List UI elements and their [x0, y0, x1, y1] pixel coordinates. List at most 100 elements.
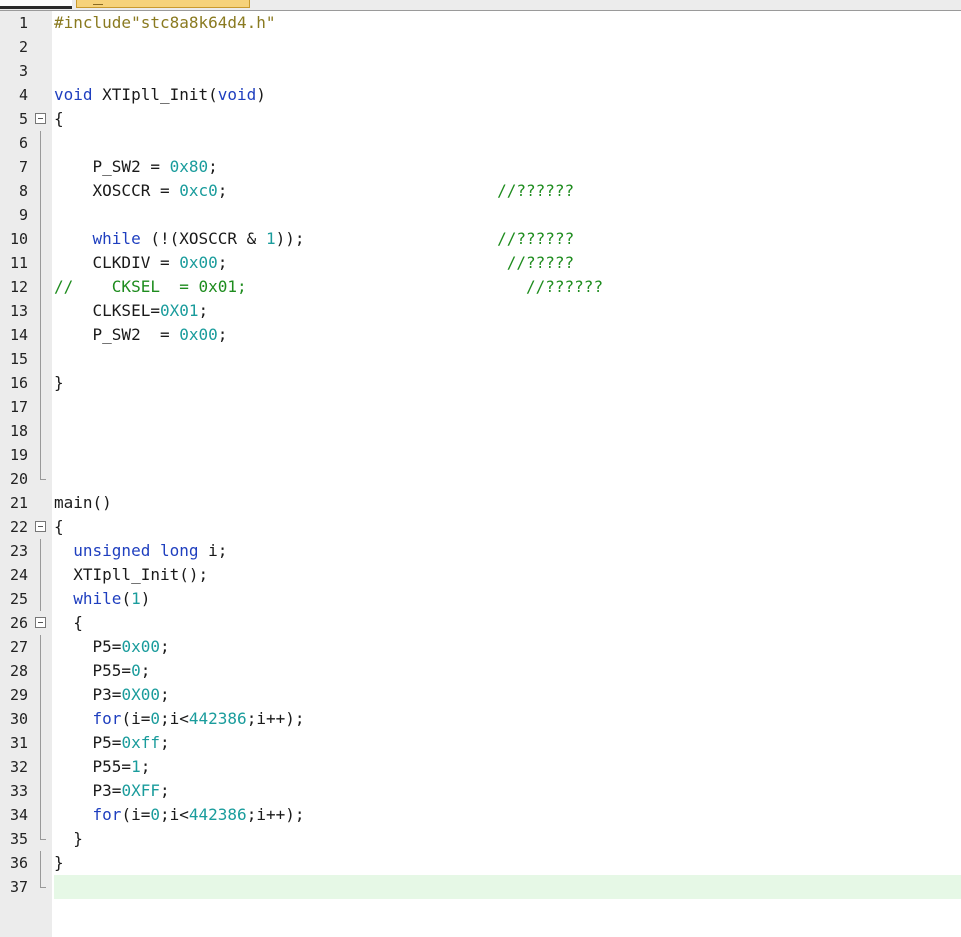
code-line[interactable]: 24 XTIpll_Init(); [0, 563, 961, 587]
code-line[interactable]: 23 unsigned long i; [0, 539, 961, 563]
code-text[interactable]: while(1) [54, 587, 961, 611]
line-number: 19 [9, 446, 28, 464]
code-text[interactable]: P5=0x00; [54, 635, 961, 659]
code-line[interactable]: 14 P_SW2 = 0x00; [0, 323, 961, 347]
code-text[interactable] [54, 35, 961, 59]
code-line[interactable]: 7 P_SW2 = 0x80; [0, 155, 961, 179]
code-text[interactable]: { [54, 107, 961, 131]
code-text[interactable]: for(i=0;i<442386;i++); [54, 803, 961, 827]
line-number: 36 [9, 854, 28, 872]
code-text[interactable] [54, 419, 961, 443]
code-line[interactable]: 34 for(i=0;i<442386;i++); [0, 803, 961, 827]
code-text[interactable]: } [54, 851, 961, 875]
line-number: 28 [9, 662, 28, 680]
code-line[interactable]: 25 while(1) [0, 587, 961, 611]
code-text[interactable]: main() [54, 491, 961, 515]
code-text[interactable]: P3=0X00; [54, 683, 961, 707]
code-text[interactable] [54, 347, 961, 371]
code-text[interactable]: while (!(XOSCCR & 1)); //?????? [54, 227, 961, 251]
code-text[interactable] [54, 875, 961, 899]
code-line[interactable]: 20 [0, 467, 961, 491]
code-line[interactable]: 33 P3=0XFF; [0, 779, 961, 803]
code-text[interactable]: P5=0xff; [54, 731, 961, 755]
code-text[interactable]: P55=1; [54, 755, 961, 779]
code-line[interactable]: 4 void XTIpll_Init(void) [0, 83, 961, 107]
code-line[interactable]: 16} [0, 371, 961, 395]
fold-guide [34, 299, 50, 323]
code-line[interactable]: 2 [0, 35, 961, 59]
line-number: 17 [9, 398, 28, 416]
fold-toggle-icon[interactable] [34, 515, 50, 539]
fold-guide [34, 371, 50, 395]
fold-guide [34, 443, 50, 467]
code-line[interactable]: 13 CLKSEL=0X01; [0, 299, 961, 323]
code-text[interactable]: P3=0XFF; [54, 779, 961, 803]
code-line[interactable]: 22 { [0, 515, 961, 539]
tab-other-file[interactable] [76, 0, 250, 8]
code-text[interactable]: P55=0; [54, 659, 961, 683]
line-number: 26 [9, 614, 28, 632]
fold-gutter [34, 35, 50, 59]
line-number: 35 [9, 830, 28, 848]
code-line[interactable]: 15 [0, 347, 961, 371]
code-line[interactable]: 31 P5=0xff; [0, 731, 961, 755]
code-line[interactable]: 26 { [0, 611, 961, 635]
code-line[interactable]: 30 for(i=0;i<442386;i++); [0, 707, 961, 731]
fold-toggle-icon[interactable] [34, 611, 50, 635]
line-number: 37 [9, 878, 28, 896]
line-number: 7 [18, 158, 28, 176]
code-line[interactable]: 6 [0, 131, 961, 155]
code-text[interactable]: void XTIpll_Init(void) [54, 83, 961, 107]
code-line[interactable]: 5{ [0, 107, 961, 131]
code-line[interactable]: 10 while (!(XOSCCR & 1)); //?????? [0, 227, 961, 251]
code-text[interactable]: XOSCCR = 0xc0; //?????? [54, 179, 961, 203]
code-text[interactable] [54, 395, 961, 419]
code-line[interactable]: 21 main() [0, 491, 961, 515]
code-text[interactable] [54, 467, 961, 491]
code-line[interactable]: 8 XOSCCR = 0xc0; //?????? [0, 179, 961, 203]
code-line[interactable]: 37 [0, 875, 961, 899]
code-text[interactable]: P_SW2 = 0x00; [54, 323, 961, 347]
code-line[interactable]: 29 P3=0X00; [0, 683, 961, 707]
code-text[interactable]: CLKDIV = 0x00; //????? [54, 251, 961, 275]
fold-gutter [34, 59, 50, 83]
fold-gutter [34, 491, 50, 515]
line-number: 5 [18, 110, 28, 128]
code-text[interactable] [54, 59, 961, 83]
tab-active-file[interactable] [0, 0, 72, 9]
code-text[interactable]: for(i=0;i<442386;i++); [54, 707, 961, 731]
line-number: 14 [9, 326, 28, 344]
code-line[interactable]: 1 #include"stc8a8k64d4.h" [0, 11, 961, 35]
code-text[interactable]: XTIpll_Init(); [54, 563, 961, 587]
line-number: 20 [9, 470, 28, 488]
code-line[interactable]: 27 P5=0x00; [0, 635, 961, 659]
code-text[interactable]: #include"stc8a8k64d4.h" [54, 11, 961, 35]
code-text[interactable]: { [54, 611, 961, 635]
code-line[interactable]: 12 // CKSEL = 0x01; //?????? [0, 275, 961, 299]
code-text[interactable]: // CKSEL = 0x01; //?????? [54, 275, 961, 299]
fold-toggle-icon[interactable] [34, 107, 50, 131]
code-line[interactable]: 36} [0, 851, 961, 875]
fold-guide [34, 803, 50, 827]
code-line[interactable]: 18 [0, 419, 961, 443]
tab-bar [0, 0, 961, 11]
code-text[interactable]: unsigned long i; [54, 539, 961, 563]
code-text[interactable] [54, 443, 961, 467]
fold-guide [34, 179, 50, 203]
code-line[interactable]: 11 CLKDIV = 0x00; //????? [0, 251, 961, 275]
code-text[interactable]: P_SW2 = 0x80; [54, 155, 961, 179]
code-line[interactable]: 35 } [0, 827, 961, 851]
code-line[interactable]: 32 P55=1; [0, 755, 961, 779]
code-text[interactable]: } [54, 827, 961, 851]
code-line[interactable]: 28 P55=0; [0, 659, 961, 683]
code-text[interactable] [54, 131, 961, 155]
code-editor[interactable]: 1 #include"stc8a8k64d4.h" 2 3 4 void XTIpll_I… [0, 11, 961, 937]
code-text[interactable] [54, 203, 961, 227]
code-text[interactable]: } [54, 371, 961, 395]
code-line[interactable]: 17 [0, 395, 961, 419]
code-text[interactable]: CLKSEL=0X01; [54, 299, 961, 323]
code-line[interactable]: 19 [0, 443, 961, 467]
code-line[interactable]: 9 [0, 203, 961, 227]
code-text[interactable]: { [54, 515, 961, 539]
code-line[interactable]: 3 [0, 59, 961, 83]
